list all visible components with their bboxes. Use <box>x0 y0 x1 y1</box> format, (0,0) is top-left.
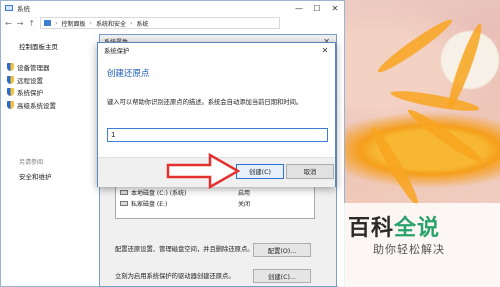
sidebar-item-remote-settings[interactable]: 远程设置 <box>7 74 97 87</box>
drive-name: 私家磁盘 (E:) <box>131 201 168 208</box>
breadcrumb-separator: › <box>129 19 133 27</box>
red-arrow-icon <box>166 153 240 189</box>
watermark-title-part2: 全说 <box>394 216 441 241</box>
computer-icon <box>5 5 13 11</box>
sidebar-item-device-manager[interactable]: 设备管理器 <box>7 61 97 74</box>
watermark-logo: 百科全说 助你轻松解决 <box>338 203 500 287</box>
breadcrumb-control-panel[interactable]: 控制面板 <box>62 19 86 28</box>
sidebar-item-label: 高级系统设置 <box>17 101 56 110</box>
up-arrow-icon[interactable]: ↑ <box>28 19 35 28</box>
configure-description: 配置还原设置、管理磁盘空间，并且删除还原点。 <box>115 246 254 253</box>
sidebar-item-label: 系统保护 <box>17 89 43 98</box>
forward-arrow-icon[interactable]: → <box>17 19 24 28</box>
breadcrumb-system-security[interactable]: 系统和安全 <box>96 19 126 28</box>
table-row[interactable]: 私家磁盘 (E:) 关闭 <box>116 198 314 209</box>
disk-icon <box>120 190 128 195</box>
cancel-button[interactable]: 取消 <box>286 164 334 179</box>
address-bar: ← → ↑ › 控制面板 › 系统和安全 › 系统 <box>1 15 344 31</box>
breadcrumb-system[interactable]: 系统 <box>136 19 148 28</box>
drive-status: 关闭 <box>238 201 251 208</box>
sidebar-item-system-protection[interactable]: 系统保护 <box>7 86 97 99</box>
back-arrow-icon[interactable]: ← <box>5 19 12 28</box>
sidebar-item-label: 远程设置 <box>17 76 43 85</box>
dialog-close-button[interactable]: ✕ <box>319 44 331 56</box>
create-button[interactable]: 创建(C) <box>236 164 284 179</box>
sidebar: 控制面板主页 设备管理器 远程设置 系统保护 高级系统设置 <box>1 31 97 287</box>
breadcrumb-separator: › <box>89 19 92 27</box>
shield-icon <box>7 88 14 97</box>
breadcrumb[interactable]: › 控制面板 › 系统和安全 › 系统 <box>40 17 281 29</box>
watermark-subtitle: 助你轻松解决 <box>373 243 445 256</box>
create-description: 立刻为启用系统保护的驱动器创建还原点。 <box>115 273 235 280</box>
maximize-button[interactable]: ☐ <box>308 1 326 15</box>
watermark-title-part1: 百科 <box>348 216 395 241</box>
disk-icon <box>120 201 128 206</box>
shield-icon <box>7 63 14 72</box>
see-also-heading: 另请参阅 <box>19 159 44 166</box>
dialog-description: 键入可以帮助你识别还原点的描述。系统会自动添加当前日期和时间。 <box>107 99 303 106</box>
watermark-title: 百科全说 <box>348 210 440 242</box>
security-maintenance-link[interactable]: 安全和维护 <box>19 171 52 181</box>
system-title: 系统 <box>17 5 30 13</box>
shield-icon <box>7 100 14 109</box>
drive-name: 本地磁盘 (C:) (系统) <box>131 190 187 197</box>
drive-status: 启用 <box>238 190 251 197</box>
create-restore-button[interactable]: 创建(C)... <box>253 269 311 283</box>
sidebar-item-label: 设备管理器 <box>17 64 50 73</box>
dialog-title: 系统保护 <box>104 47 130 55</box>
dialog-heading: 创建还原点 <box>107 69 150 79</box>
close-button[interactable]: ✕ <box>326 1 344 15</box>
configure-button[interactable]: 配置(O)... <box>253 243 311 257</box>
monitor-icon <box>44 20 52 26</box>
control-panel-home-link[interactable]: 控制面板主页 <box>19 41 97 51</box>
breadcrumb-separator: › <box>55 19 58 27</box>
sidebar-item-advanced-settings[interactable]: 高级系统设置 <box>7 99 97 112</box>
window-controls: — ☐ ✕ <box>290 1 344 15</box>
shield-icon <box>7 75 14 84</box>
minimize-button[interactable]: — <box>290 1 308 15</box>
restore-point-description-input[interactable]: 1 <box>107 128 328 142</box>
